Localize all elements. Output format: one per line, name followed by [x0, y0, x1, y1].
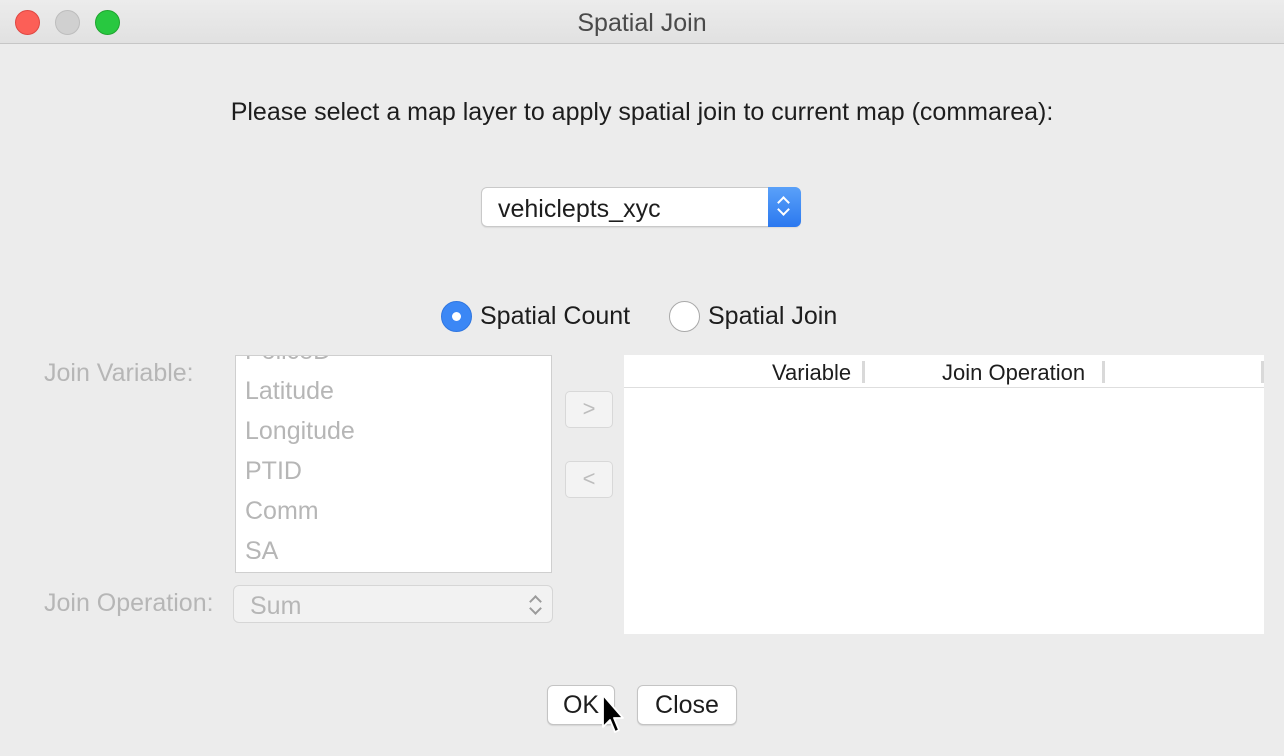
- join-operation-label: Join Operation:: [44, 589, 214, 617]
- title-bar: Spatial Join: [0, 0, 1284, 44]
- list-item[interactable]: Longitude: [245, 417, 355, 446]
- radio-spatial-count-label: Spatial Count: [480, 302, 631, 330]
- radio-selected-icon[interactable]: [441, 301, 472, 332]
- list-item[interactable]: Comm: [245, 497, 319, 526]
- mouse-cursor-icon: [602, 694, 624, 733]
- column-header-join-operation[interactable]: Join Operation: [942, 360, 1085, 386]
- join-operation-select[interactable]: Sum: [233, 585, 553, 623]
- list-item[interactable]: PoliceD: [245, 356, 331, 366]
- close-button[interactable]: Close: [637, 685, 737, 725]
- map-layer-select-value: vehiclepts_xyc: [498, 195, 661, 223]
- join-variables-table[interactable]: Variable Join Operation: [624, 355, 1264, 634]
- radio-spatial-join-label: Spatial Join: [708, 302, 838, 330]
- column-header-variable[interactable]: Variable: [772, 360, 851, 386]
- column-divider[interactable]: [862, 361, 865, 383]
- chevron-updown-icon: [526, 591, 546, 619]
- join-operation-select-value: Sum: [250, 592, 302, 620]
- radio-spatial-join[interactable]: Spatial Join: [669, 300, 859, 334]
- add-variable-button[interactable]: >: [565, 391, 613, 428]
- radio-spatial-count[interactable]: Spatial Count: [441, 300, 651, 334]
- join-variable-label: Join Variable:: [44, 359, 194, 387]
- list-item[interactable]: Latitude: [245, 377, 334, 406]
- window-title: Spatial Join: [577, 9, 707, 37]
- list-item[interactable]: SA: [245, 537, 278, 566]
- chevron-updown-icon[interactable]: [768, 187, 801, 227]
- map-layer-select[interactable]: vehiclepts_xyc: [481, 187, 801, 227]
- list-item[interactable]: PTID: [245, 457, 302, 486]
- radio-unselected-icon[interactable]: [669, 301, 700, 332]
- join-variable-list[interactable]: PoliceD Latitude Longitude PTID Comm SA: [235, 355, 552, 573]
- remove-variable-button[interactable]: <: [565, 461, 613, 498]
- column-divider[interactable]: [1261, 361, 1264, 383]
- instruction-text: Please select a map layer to apply spati…: [230, 98, 1054, 126]
- table-header: Variable Join Operation: [624, 355, 1264, 388]
- column-divider[interactable]: [1102, 361, 1105, 383]
